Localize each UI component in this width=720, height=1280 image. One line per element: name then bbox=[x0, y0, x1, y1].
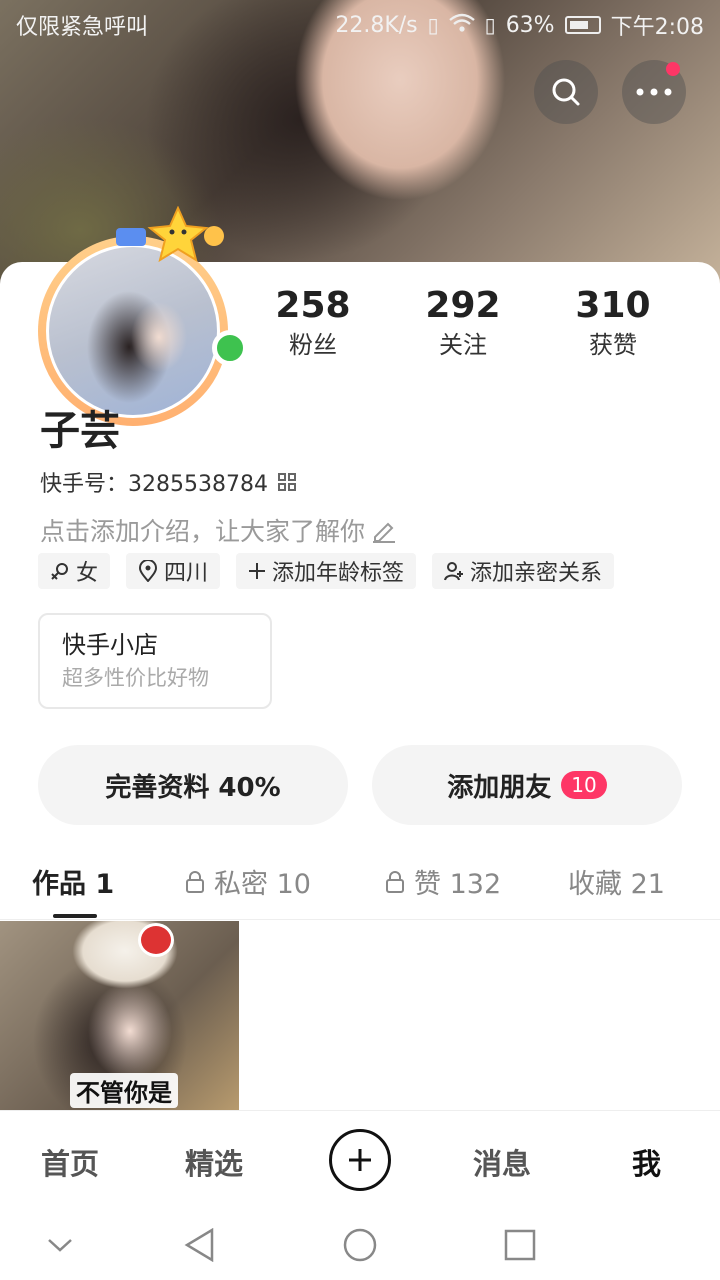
edit-icon bbox=[373, 522, 396, 543]
tab-label: 私密 10 bbox=[214, 869, 311, 900]
tab-liked[interactable]: 赞 132 bbox=[384, 862, 501, 901]
stat-label: 粉丝 bbox=[289, 331, 337, 359]
kuaishou-id-row[interactable]: 快手号：3285538784 bbox=[40, 466, 296, 498]
add-friends-button[interactable]: 添加朋友 10 bbox=[372, 745, 682, 825]
lock-icon bbox=[386, 870, 404, 893]
nav-messages[interactable]: 消息 bbox=[473, 1141, 531, 1183]
user-name: 子芸 bbox=[40, 408, 120, 454]
back-button[interactable] bbox=[183, 1228, 217, 1262]
collapse-button[interactable] bbox=[43, 1228, 77, 1262]
stat-label: 关注 bbox=[439, 331, 487, 359]
plus-icon bbox=[349, 1149, 371, 1171]
notification-dot bbox=[666, 62, 680, 76]
profile-page: 仅限紧急呼叫 22.8K/s ▯ ▯ 63% 下午2:08 258 粉丝 292… bbox=[0, 0, 720, 1280]
chevron-down-icon bbox=[48, 1239, 72, 1252]
stat-followers[interactable]: 258 粉丝 bbox=[238, 284, 388, 362]
status-right: 22.8K/s ▯ ▯ 63% 下午2:08 bbox=[335, 9, 704, 41]
nav-home[interactable]: 首页 bbox=[41, 1141, 99, 1183]
stats-row: 258 粉丝 292 关注 310 获赞 bbox=[238, 284, 690, 362]
create-button[interactable] bbox=[329, 1129, 391, 1191]
complete-profile-button[interactable]: 完善资料 40% bbox=[38, 745, 348, 825]
lock-icon bbox=[186, 870, 204, 893]
tag-row: 女 四川 添加年龄标签 添加亲密关系 bbox=[38, 553, 615, 589]
tag-location[interactable]: 四川 bbox=[126, 553, 221, 589]
tab-label: 收藏 21 bbox=[568, 869, 665, 900]
battery-percent: 63% bbox=[505, 12, 555, 38]
wifi-icon bbox=[448, 13, 475, 38]
net-speed: 22.8K/s bbox=[335, 12, 418, 38]
tab-label: 赞 132 bbox=[414, 869, 502, 900]
intro-row[interactable]: 点击添加介绍，让大家了解你 bbox=[40, 512, 397, 548]
kuaishou-id: 快手号：3285538784 bbox=[40, 472, 268, 497]
stat-label: 获赞 bbox=[589, 331, 637, 359]
complete-profile-label: 完善资料 40% bbox=[105, 772, 281, 803]
tab-favorites[interactable]: 收藏 21 bbox=[568, 862, 665, 901]
clock: 下午2:08 bbox=[610, 15, 704, 40]
system-nav-bar bbox=[0, 1210, 720, 1280]
tag-add-relationship[interactable]: 添加亲密关系 bbox=[432, 553, 615, 589]
tag-label: 女 bbox=[76, 561, 99, 586]
recents-square-icon bbox=[504, 1229, 536, 1261]
avatar[interactable] bbox=[46, 244, 220, 418]
tag-label: 添加年龄标签 bbox=[272, 561, 405, 586]
add-friends-label: 添加朋友 bbox=[447, 772, 552, 803]
qr-code-icon[interactable] bbox=[277, 473, 296, 491]
active-tab-indicator bbox=[53, 914, 97, 918]
intro-placeholder: 点击添加介绍，让大家了解你 bbox=[40, 517, 366, 546]
status-bar: 仅限紧急呼叫 22.8K/s ▯ ▯ 63% 下午2:08 bbox=[0, 0, 720, 50]
stat-likes[interactable]: 310 获赞 bbox=[538, 284, 688, 362]
more-icon bbox=[636, 88, 672, 96]
tag-label: 添加亲密关系 bbox=[470, 561, 603, 586]
tab-works[interactable]: 作品 1 bbox=[32, 862, 114, 901]
home-button[interactable] bbox=[343, 1228, 377, 1262]
carrier-text: 仅限紧急呼叫 bbox=[16, 15, 149, 40]
location-icon bbox=[139, 560, 158, 582]
tag-add-age[interactable]: 添加年龄标签 bbox=[236, 553, 417, 589]
star-decoration-icon bbox=[116, 206, 224, 262]
add-person-icon bbox=[444, 562, 464, 581]
recents-button[interactable] bbox=[503, 1228, 537, 1262]
home-circle-icon bbox=[343, 1228, 377, 1262]
stat-value: 258 bbox=[275, 285, 351, 326]
plus-icon bbox=[249, 563, 266, 579]
stat-value: 292 bbox=[425, 285, 501, 326]
stat-value: 310 bbox=[575, 285, 651, 326]
heart-sticker-icon bbox=[138, 923, 174, 957]
nav-featured[interactable]: 精选 bbox=[185, 1141, 243, 1183]
search-icon bbox=[552, 78, 580, 106]
shop-title: 快手小店 bbox=[62, 631, 158, 659]
shop-subtitle: 超多性价比好物 bbox=[62, 666, 209, 690]
friend-request-badge: 10 bbox=[561, 771, 607, 799]
work-caption: 不管你是 bbox=[70, 1073, 178, 1108]
tag-gender[interactable]: 女 bbox=[38, 553, 111, 589]
vibrate-icon: ▯ bbox=[427, 13, 439, 37]
content-tabs: 作品 1 私密 10 赞 132 收藏 21 bbox=[0, 856, 720, 920]
stat-following[interactable]: 292 关注 bbox=[388, 284, 538, 362]
more-button[interactable] bbox=[622, 60, 686, 124]
nav-me[interactable]: 我 bbox=[632, 1141, 661, 1183]
back-triangle-icon bbox=[184, 1228, 214, 1262]
sim-alert-icon: ▯ bbox=[484, 13, 496, 37]
female-icon bbox=[51, 563, 68, 580]
kuaishou-shop-card[interactable]: 快手小店 超多性价比好物 bbox=[38, 613, 272, 709]
work-thumbnail[interactable]: 不管你是 bbox=[0, 921, 239, 1111]
tab-private[interactable]: 私密 10 bbox=[184, 862, 311, 901]
search-button[interactable] bbox=[534, 60, 598, 124]
tag-label: 四川 bbox=[164, 561, 209, 586]
avatar-container[interactable] bbox=[38, 206, 248, 426]
bottom-nav: 首页 精选 消息 我 bbox=[0, 1110, 720, 1210]
battery-icon bbox=[564, 16, 601, 34]
tab-label: 作品 1 bbox=[32, 869, 115, 900]
